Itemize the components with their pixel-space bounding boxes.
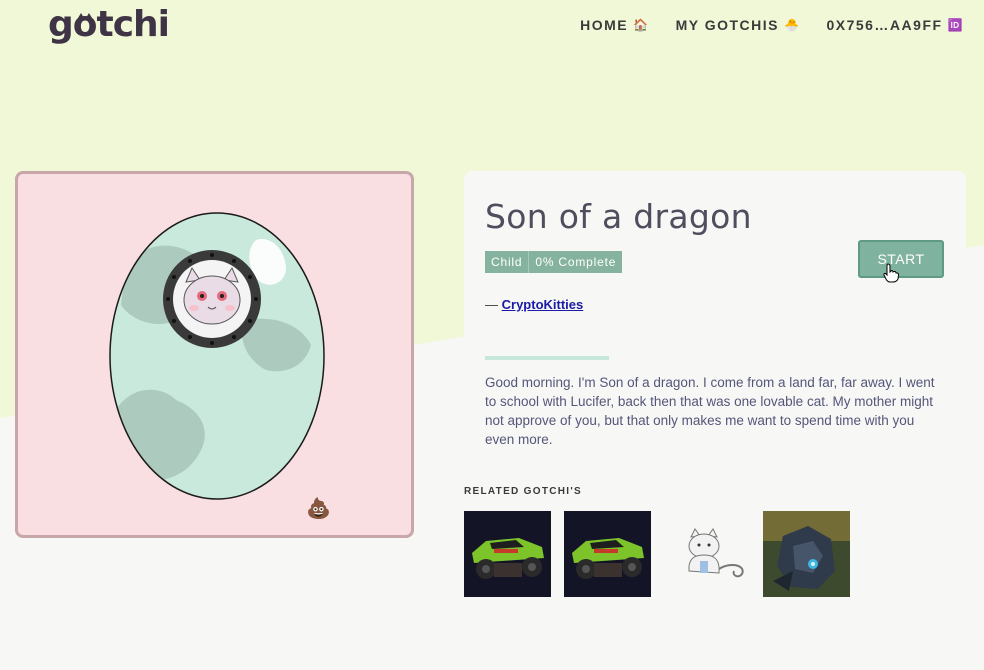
house-icon: 🏠: [633, 18, 650, 32]
stage-badge: Child: [485, 251, 529, 273]
hand-pointer-icon: [883, 263, 899, 283]
main-nav: HOME 🏠 MY GOTCHIS 🐣 0X756…AA9FF 🆔: [580, 17, 964, 33]
related-thumb-green-car-1[interactable]: [464, 511, 551, 597]
gotchi-egg-card: 💩: [15, 171, 414, 538]
id-icon: 🆔: [947, 18, 964, 32]
logo[interactable]: gotchi: [48, 4, 170, 45]
nav-my-gotchis-label: MY GOTCHIS: [675, 17, 779, 33]
nav-home-label: HOME: [580, 17, 629, 33]
poop-icon[interactable]: 💩: [306, 496, 331, 520]
author-line: — CryptoKitties: [485, 297, 583, 312]
cat-porthole: [163, 250, 261, 348]
start-button[interactable]: START: [858, 240, 944, 278]
status-badges: Child 0% Complete: [485, 251, 623, 273]
nav-wallet-address[interactable]: 0X756…AA9FF 🆔: [826, 17, 964, 33]
gotchi-description: Good morning. I'm Son of a dragon. I com…: [485, 375, 935, 447]
progress-badge: 0% Complete: [528, 251, 623, 273]
related-thumb-green-car-2[interactable]: [564, 511, 651, 597]
cat-face-icon: [78, 13, 92, 18]
gotchi-info-card: Son of a dragon Child 0% Complete START …: [464, 171, 966, 480]
author-link[interactable]: CryptoKitties: [502, 297, 584, 312]
section-divider: [485, 356, 609, 360]
top-nav-bar: gotchi HOME 🏠 MY GOTCHIS 🐣 0X756…AA9FF 🆔: [0, 0, 984, 56]
related-thumb-robot-mech[interactable]: [763, 511, 850, 597]
egg-illustration[interactable]: [106, 210, 328, 502]
related-heading: RELATED GOTCHI'S: [464, 486, 582, 497]
related-thumb-white-cat[interactable]: [664, 511, 751, 597]
hatching-chick-icon: 🐣: [784, 18, 801, 32]
nav-my-gotchis[interactable]: MY GOTCHIS 🐣: [676, 17, 801, 33]
nav-home[interactable]: HOME 🏠: [580, 17, 649, 33]
wallet-address-label: 0X756…AA9FF: [826, 17, 943, 33]
gotchi-name: Son of a dragon: [485, 197, 752, 236]
author-prefix: —: [485, 297, 502, 312]
